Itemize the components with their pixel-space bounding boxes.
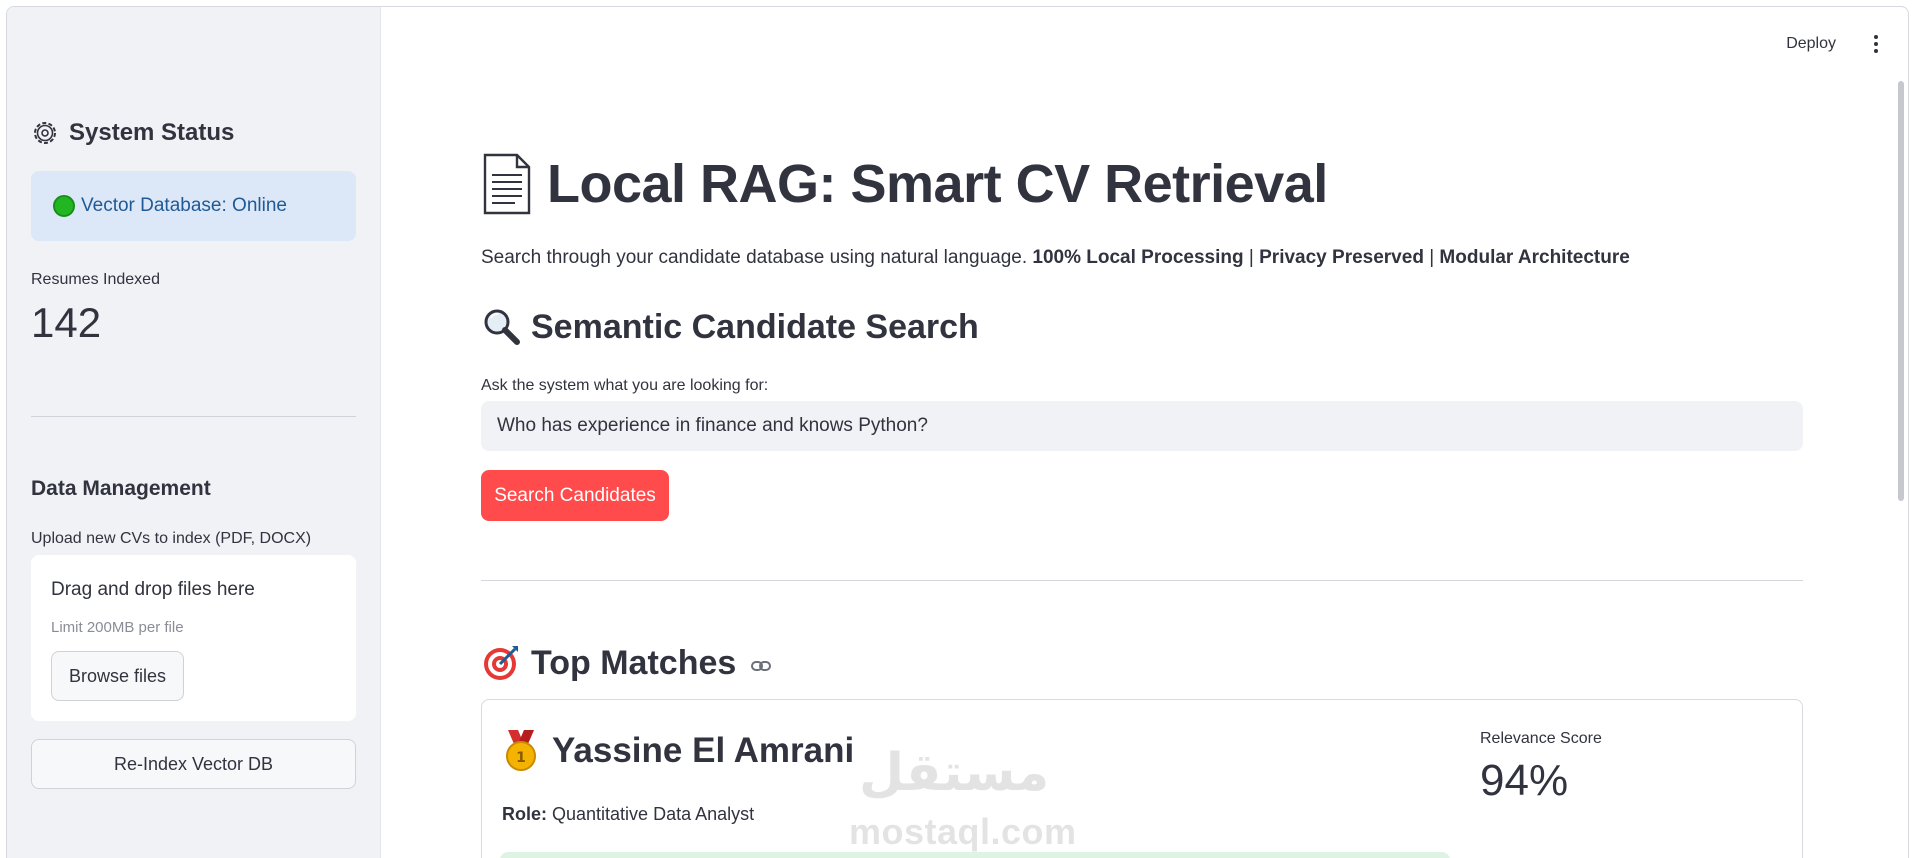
resumes-indexed-value: 142 (31, 299, 102, 346)
intro-separator: | (1423, 247, 1440, 268)
sidebar-divider (31, 416, 356, 417)
link-icon[interactable] (750, 655, 772, 677)
dropzone-limit: Limit 200MB per file (51, 619, 184, 636)
file-dropzone[interactable]: Drag and drop files here Limit 200MB per… (31, 555, 356, 721)
query-input-label: Ask the system what you are looking for: (481, 377, 769, 394)
svg-text:1: 1 (516, 750, 526, 766)
candidate-name-row: 1 Yassine El Amrani (502, 730, 854, 772)
page-title-text: Local RAG: Smart CV Retrieval (547, 154, 1328, 214)
top-matches-heading: Top Matches (481, 643, 772, 683)
upload-label: Upload new CVs to index (PDF, DOCX) (31, 530, 312, 547)
intro-text: Search through your candidate database u… (481, 247, 1630, 269)
gear-icon (34, 122, 56, 144)
scrollbar[interactable] (1898, 81, 1904, 501)
app-window: System Status Vector Database: Online Re… (6, 6, 1909, 858)
main-divider (481, 580, 1803, 581)
data-management-heading: Data Management (31, 477, 211, 500)
page-title: Local RAG: Smart CV Retrieval (481, 153, 1328, 215)
dropzone-instructions: Drag and drop files here (51, 579, 255, 600)
candidate-role: Role: Quantitative Data Analyst (502, 804, 754, 825)
search-heading: Semantic Candidate Search (481, 307, 979, 347)
document-icon (483, 153, 531, 215)
candidate-card: 1 Yassine El Amrani Role: Quantitative D… (481, 699, 1803, 858)
relevance-value: 94% (1480, 756, 1569, 805)
medal-icon: 1 (506, 730, 536, 771)
resumes-indexed-label: Resumes Indexed (31, 271, 160, 288)
sidebar: System Status Vector Database: Online Re… (7, 7, 381, 858)
browse-files-button[interactable]: Browse files (51, 651, 184, 701)
search-heading-text: Semantic Candidate Search (531, 307, 979, 346)
kebab-menu-icon[interactable] (1866, 33, 1886, 55)
candidate-name: Yassine El Amrani (552, 731, 855, 770)
watermark-latin: mostaql.com (849, 811, 1077, 852)
system-status-heading: System Status (31, 119, 234, 147)
intro-separator: | (1243, 247, 1260, 268)
system-status-title: System Status (69, 119, 235, 146)
target-icon (484, 646, 518, 680)
role-value: Quantitative Data Analyst (552, 804, 755, 824)
search-candidates-button[interactable]: Search Candidates (481, 470, 669, 521)
intro-bold-privacy: Privacy Preserved (1259, 247, 1424, 268)
intro-bold-modular: Modular Architecture (1439, 247, 1630, 268)
reindex-button[interactable]: Re-Index Vector DB (31, 739, 356, 789)
db-status-alert: Vector Database: Online (31, 171, 356, 241)
status-online-icon (53, 195, 75, 217)
intro-bold-local: 100% Local Processing (1032, 247, 1244, 268)
watermark-arabic: مستقل (859, 743, 1050, 803)
top-matches-text: Top Matches (531, 643, 737, 682)
deploy-button[interactable]: Deploy (1786, 35, 1836, 53)
magnifier-icon (484, 309, 520, 345)
role-label: Role: (502, 804, 547, 824)
db-status-text: Vector Database: Online (81, 195, 287, 216)
watermark: مستقل mostaql.com (849, 743, 1079, 853)
relevance-label: Relevance Score (1480, 730, 1602, 747)
intro-plain: Search through your candidate database u… (481, 247, 1033, 268)
query-input[interactable] (481, 401, 1803, 451)
